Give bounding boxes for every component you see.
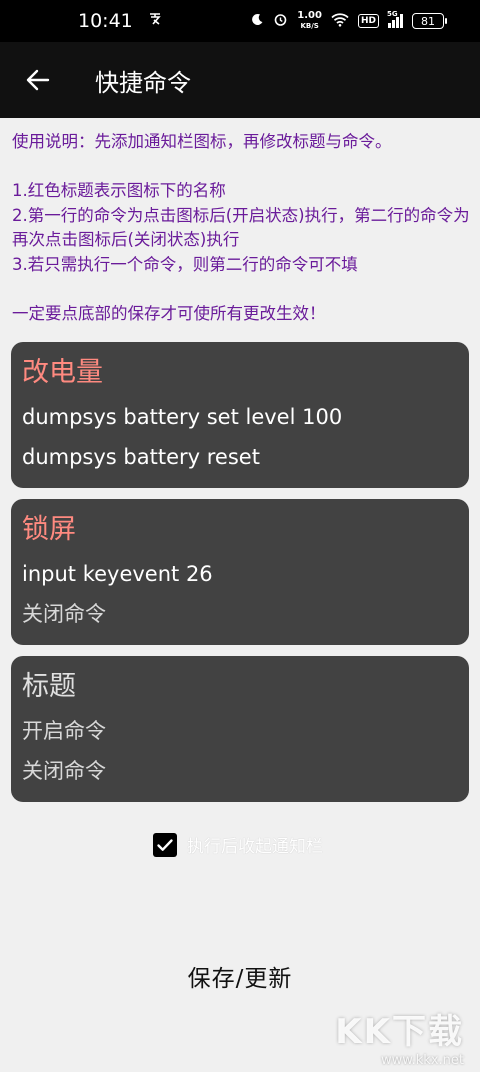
net-speed-value: 1.00 <box>297 10 322 21</box>
card-command-on-input[interactable]: dumpsys battery set level 100 <box>22 402 458 442</box>
watermark-url: www.kkx.net <box>380 1053 464 1068</box>
status-right: 1.00 KB/S HD 5G 81 <box>250 10 447 31</box>
save-button[interactable]: 保存/更新 <box>0 946 480 1006</box>
check-icon <box>157 838 173 851</box>
watermark-logo: KK下载 <box>335 1012 464 1052</box>
page-title: 快捷命令 <box>95 68 191 97</box>
card-command-off-input[interactable]: 关闭命令 <box>22 599 458 639</box>
battery-icon: 81 <box>412 13 447 29</box>
alarm-icon <box>273 12 288 30</box>
collapse-label: 执行后收起通知栏 <box>187 837 323 857</box>
input-method-icon <box>147 11 163 31</box>
card-command-on-input[interactable]: 开启命令 <box>22 716 458 756</box>
card-title-input[interactable]: 改电量 <box>22 354 458 392</box>
net-speed: 1.00 KB/S <box>297 11 322 31</box>
card-command-off-input[interactable]: 关闭命令 <box>22 756 458 796</box>
instructions-warning: 一定要点底部的保存才可使所有更改生效！ <box>12 303 326 323</box>
instructions-line-2: 2.第一行的命令为点击图标后(开启状态)执行，第二行的命令为再次点击图标后(关闭… <box>12 205 470 250</box>
card-title-input[interactable]: 锁屏 <box>22 511 458 549</box>
cell-signal-icon: 5G <box>387 10 403 28</box>
card-command-on-input[interactable]: input keyevent 26 <box>22 559 458 599</box>
net-speed-unit: KB/S <box>300 22 319 30</box>
instructions-line-1: 1.红色标题表示图标下的名称 <box>12 181 226 200</box>
instructions-line-3: 3.若只需执行一个命令，则第二行的命令可不填 <box>12 254 358 274</box>
instructions-intro: 使用说明：先添加通知栏图标，再修改标题与命令。 <box>12 132 392 151</box>
status-left: 10:41 <box>78 10 163 32</box>
command-card-2: 锁屏 input keyevent 26 关闭命令 <box>11 499 469 645</box>
battery-level: 81 <box>421 14 435 28</box>
card-title-input[interactable]: 标题 <box>22 668 458 706</box>
signal-type-label: 5G <box>387 10 398 18</box>
wifi-icon <box>331 12 349 30</box>
back-arrow-icon[interactable] <box>25 67 51 93</box>
hd-badge: HD <box>357 14 379 28</box>
instructions: 使用说明：先添加通知栏图标，再修改标题与命令。 1.红色标题表示图标下的名称 2… <box>12 130 472 326</box>
command-card-3: 标题 开启命令 关闭命令 <box>11 656 469 802</box>
collapse-option[interactable]: 执行后收起通知栏 <box>153 832 323 857</box>
status-bar: 10:41 1.00 KB/S HD 5G 81 <box>0 0 480 42</box>
app-bar: 快捷命令 <box>0 42 480 118</box>
card-command-off-input[interactable]: dumpsys battery reset <box>22 442 458 482</box>
command-card-1: 改电量 dumpsys battery set level 100 dumpsy… <box>11 342 469 488</box>
collapse-checkbox[interactable] <box>153 832 177 857</box>
dnd-icon <box>250 13 264 30</box>
watermark: KK下载 www.kkx.net <box>335 1004 464 1068</box>
status-time: 10:41 <box>78 10 133 32</box>
